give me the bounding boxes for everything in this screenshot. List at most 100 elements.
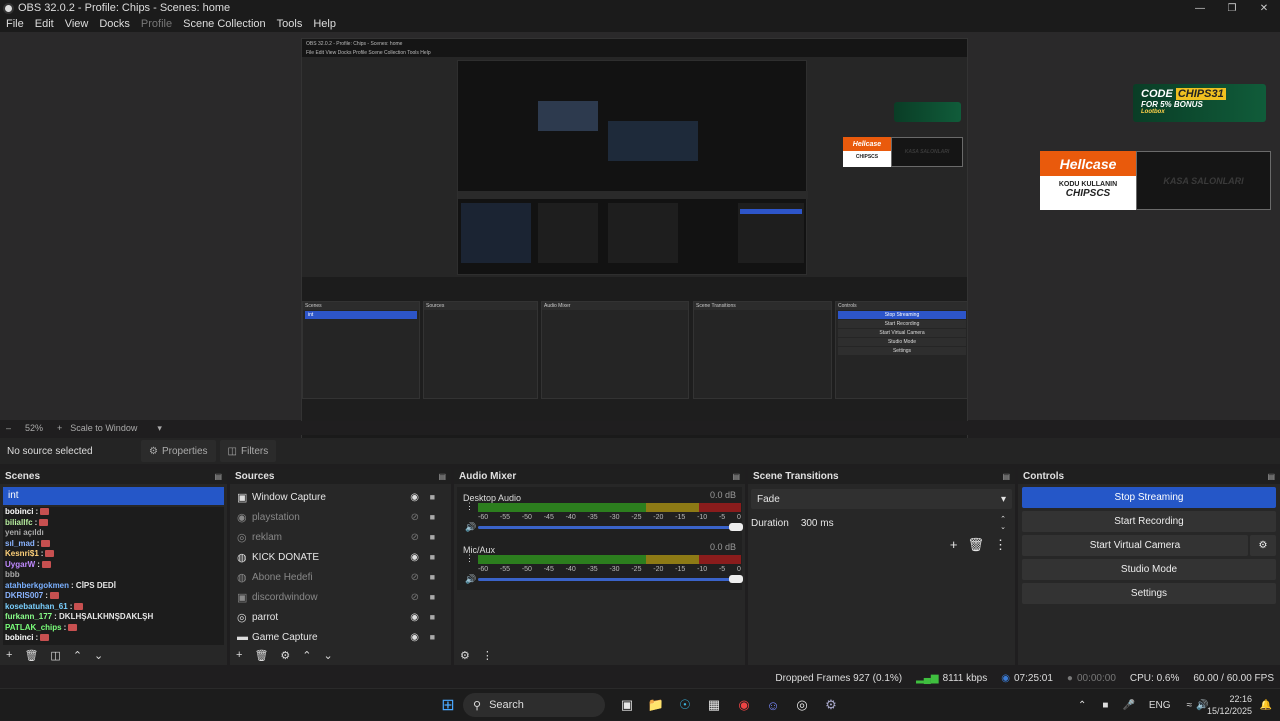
source-item[interactable]: ◍ Abone Hedefi ⊘ ■ <box>230 567 451 587</box>
lock-icon[interactable]: ■ <box>430 492 435 502</box>
settings-button[interactable]: Settings <box>1022 583 1276 604</box>
advanced-audio-icon[interactable]: ⚙ <box>460 649 470 662</box>
speaker-icon[interactable]: 🔊 <box>465 522 476 533</box>
move-up-button[interactable]: ⌃ <box>302 649 311 662</box>
scene-item-selected[interactable]: int <box>3 487 224 505</box>
taskbar-clock[interactable]: 22:16 15/12/2025 <box>1207 693 1252 717</box>
menu-profile[interactable]: Profile <box>141 18 172 30</box>
obs-icon[interactable]: ◎ <box>792 695 812 715</box>
menu-view[interactable]: View <box>65 18 89 30</box>
minimize-button[interactable]: — <box>1184 0 1216 16</box>
menu-help[interactable]: Help <box>313 18 336 30</box>
popout-icon[interactable]: ▤ <box>1002 472 1010 481</box>
zoom-in-button[interactable]: + <box>57 423 62 433</box>
eye-hidden-icon[interactable]: ⊘ <box>411 592 419 603</box>
properties-button[interactable]: ⚙ Properties <box>141 440 216 462</box>
emote-icon <box>68 623 78 631</box>
volume-slider[interactable] <box>478 523 743 531</box>
close-button[interactable]: ✕ <box>1248 0 1280 16</box>
add-source-button[interactable]: + <box>236 649 242 661</box>
move-down-button[interactable]: ⌄ <box>324 649 333 662</box>
gear-icon[interactable]: ⚙ <box>1250 535 1276 556</box>
task-view-icon[interactable]: ▣ <box>617 695 637 715</box>
menu-edit[interactable]: Edit <box>35 18 54 30</box>
chrome-icon[interactable]: ◉ <box>734 695 754 715</box>
language-indicator[interactable]: ENG <box>1149 700 1171 711</box>
remove-source-button[interactable]: 🗑 <box>254 649 268 662</box>
mixer-menu-icon[interactable]: ⋮ <box>482 649 493 662</box>
wifi-icon[interactable]: ≈ <box>1187 700 1193 711</box>
lock-icon[interactable]: ■ <box>430 572 435 582</box>
hellcase-overlay: Hellcase KODU KULLANIN CHIPSCS KASA SALO… <box>1040 151 1271 210</box>
chevron-up-icon[interactable]: ⌃ <box>1078 700 1086 711</box>
eye-icon[interactable]: ◉ <box>410 632 419 643</box>
popout-icon[interactable]: ▤ <box>438 472 446 481</box>
windows-start-icon[interactable]: ⊞ <box>438 695 458 715</box>
start-virtual-camera-button[interactable]: Start Virtual Camera <box>1022 535 1248 556</box>
zoom-out-button[interactable]: – <box>6 423 11 433</box>
source-item[interactable]: ▣ Window Capture ◉ ■ <box>230 487 451 507</box>
eye-icon[interactable]: ◉ <box>410 612 419 623</box>
preview-canvas[interactable]: OBS 32.0.2 - Profile: Chips - Scenes: ho… <box>301 38 968 447</box>
duration-label: Duration <box>751 517 789 529</box>
mini-code-banner <box>894 102 961 122</box>
lock-icon[interactable]: ■ <box>430 592 435 602</box>
popout-icon[interactable]: ▤ <box>1267 472 1275 481</box>
kebab-menu-icon[interactable]: ⋮ <box>465 553 474 564</box>
lock-icon[interactable]: ■ <box>430 612 435 622</box>
menu-scene-collection[interactable]: Scene Collection <box>183 18 266 30</box>
transition-menu-icon[interactable]: ⋮ <box>994 537 1007 553</box>
source-item[interactable]: ◎ reklam ⊘ ■ <box>230 527 451 547</box>
steam-icon[interactable]: ⚙ <box>821 695 841 715</box>
source-item[interactable]: ◎ parrot ◉ ■ <box>230 607 451 627</box>
maximize-button[interactable]: ❐ <box>1216 0 1248 16</box>
popout-icon[interactable]: ▤ <box>214 472 222 481</box>
notification-bell-icon[interactable]: 🔔 <box>1256 695 1276 715</box>
eye-hidden-icon[interactable]: ⊘ <box>411 572 419 583</box>
source-properties-button[interactable]: ⚙ <box>280 649 290 662</box>
source-item[interactable]: ▣ discordwindow ⊘ ■ <box>230 587 451 607</box>
menu-tools[interactable]: Tools <box>277 18 303 30</box>
lock-icon[interactable]: ■ <box>430 512 435 522</box>
lock-icon[interactable]: ■ <box>430 532 435 542</box>
store-icon[interactable]: ▦ <box>704 695 724 715</box>
add-scene-button[interactable]: + <box>6 649 12 661</box>
move-up-button[interactable]: ⌃ <box>73 649 82 662</box>
eye-hidden-icon[interactable]: ⊘ <box>411 532 419 543</box>
microphone-icon[interactable]: 🎤 <box>1122 700 1134 711</box>
file-explorer-icon[interactable]: 📁 <box>646 695 666 715</box>
transition-select[interactable]: Fade ▾ <box>751 489 1012 509</box>
source-item[interactable]: ◍ KICK DONATE ◉ ■ <box>230 547 451 567</box>
eye-icon[interactable]: ◉ <box>410 492 419 503</box>
source-item[interactable]: ▬ Game Capture ◉ ■ <box>230 627 451 647</box>
remove-scene-button[interactable]: 🗑 <box>24 649 38 662</box>
network-usage-icon[interactable]: ■ <box>1102 700 1108 711</box>
duration-spinbox[interactable]: 300 ms ⌃ ⌄ <box>794 513 1012 533</box>
popout-icon[interactable]: ▤ <box>732 472 740 481</box>
scale-mode-select[interactable]: Scale to Window <box>70 423 137 433</box>
add-transition-button[interactable]: + <box>950 537 958 553</box>
speaker-icon[interactable]: 🔊 <box>465 574 476 585</box>
preview-area[interactable]: OBS 32.0.2 - Profile: Chips - Scenes: ho… <box>0 32 1280 447</box>
start-recording-button[interactable]: Start Recording <box>1022 511 1276 532</box>
source-item[interactable]: ◉ playstation ⊘ ■ <box>230 507 451 527</box>
filters-button[interactable]: ◫ Filters <box>219 440 277 462</box>
emote-icon <box>45 550 55 558</box>
scene-filters-button[interactable]: ◫ <box>50 649 60 662</box>
stop-streaming-button[interactable]: Stop Streaming <box>1022 487 1276 508</box>
eye-icon[interactable]: ◉ <box>410 552 419 563</box>
eye-hidden-icon[interactable]: ⊘ <box>411 512 419 523</box>
chevron-down-icon[interactable]: ▾ <box>157 423 162 434</box>
kebab-menu-icon[interactable]: ⋮ <box>465 501 474 512</box>
edge-icon[interactable]: ☉ <box>675 695 695 715</box>
remove-transition-button[interactable]: 🗑 <box>967 537 984 553</box>
volume-slider[interactable] <box>478 575 743 583</box>
studio-mode-button[interactable]: Studio Mode <box>1022 559 1276 580</box>
move-down-button[interactable]: ⌄ <box>94 649 103 662</box>
taskbar-search[interactable]: ⚲ Search <box>463 693 605 717</box>
lock-icon[interactable]: ■ <box>430 632 435 642</box>
menu-docks[interactable]: Docks <box>99 18 130 30</box>
menu-file[interactable]: File <box>6 18 24 30</box>
lock-icon[interactable]: ■ <box>430 552 435 562</box>
discord-icon[interactable]: ☺ <box>763 695 783 715</box>
